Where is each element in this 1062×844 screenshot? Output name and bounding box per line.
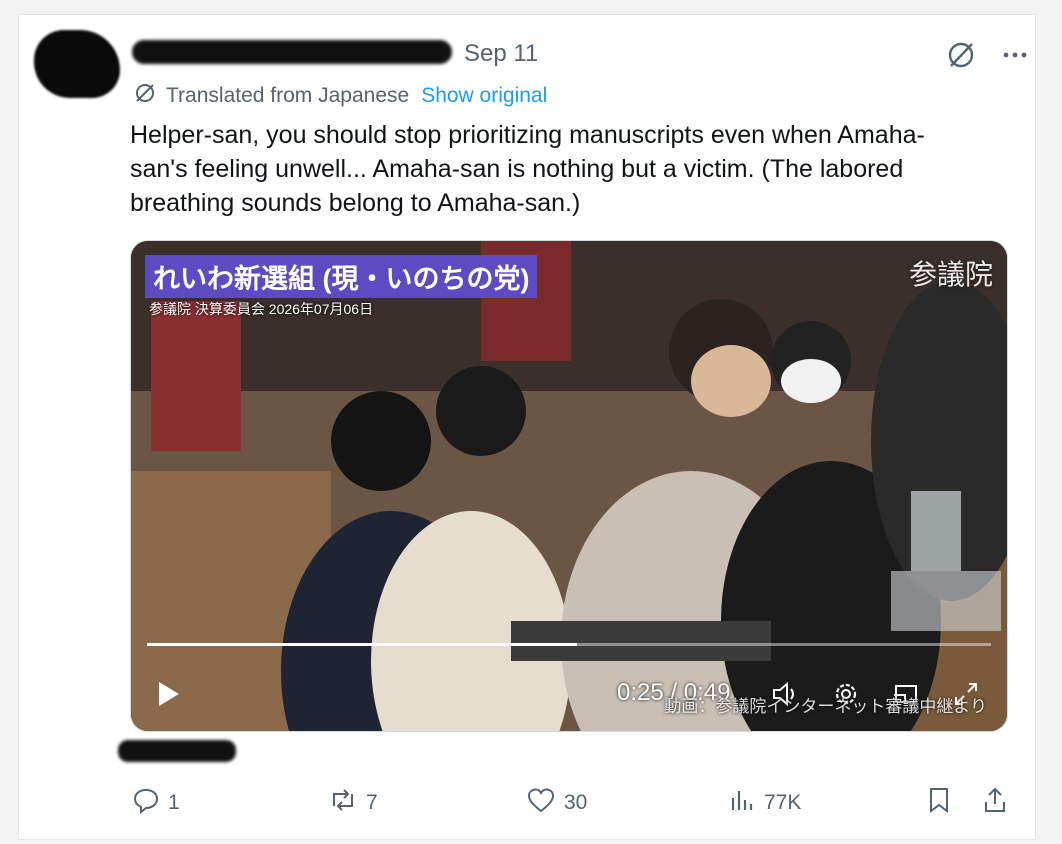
share-icon: [982, 786, 1008, 820]
reply-count: 1: [168, 791, 180, 814]
repost-count: 7: [366, 791, 378, 814]
redacted-label: [118, 740, 236, 762]
translation-notice: Translated from Japanese Show original: [134, 82, 547, 110]
author-name-redacted[interactable]: [132, 40, 452, 64]
share-button[interactable]: [982, 786, 1008, 820]
repost-icon: [328, 786, 358, 820]
grok-icon[interactable]: [946, 40, 976, 75]
heart-icon: [526, 786, 556, 820]
video-credit: 動画：参議院インターネット審議中継より: [664, 697, 987, 716]
reply-icon: [132, 786, 160, 820]
avatar[interactable]: [34, 30, 120, 98]
tweet-date[interactable]: Sep 11: [464, 40, 538, 68]
tweet-actions: 1 7 30 77K: [130, 786, 1010, 822]
tweet-header-actions: [946, 40, 1028, 75]
bookmark-icon: [926, 786, 952, 820]
play-icon[interactable]: [155, 679, 183, 714]
tweet-text: Helper-san, you should stop prioritizing…: [130, 121, 925, 217]
repost-button[interactable]: 7: [328, 786, 378, 820]
reply-button[interactable]: 1: [132, 786, 180, 820]
views-button[interactable]: 77K: [728, 786, 801, 820]
video-watermark: 参議院: [908, 259, 993, 290]
views-count: 77K: [764, 791, 802, 814]
like-count: 30: [564, 791, 588, 814]
video-player[interactable]: れいわ新選組 (現・いのちの党) 参議院 決算委員会 2026年07月06日 参…: [130, 240, 1008, 732]
video-banner-subtitle: 参議院 決算委員会 2026年07月06日: [149, 301, 374, 317]
show-original-link[interactable]: Show original: [421, 84, 547, 108]
like-button[interactable]: 30: [526, 786, 587, 820]
video-progress-bar[interactable]: [147, 643, 991, 646]
translated-label: Translated from Japanese: [166, 84, 410, 107]
bookmark-button[interactable]: [926, 786, 952, 820]
video-banner: れいわ新選組 (現・いのちの党): [145, 255, 538, 298]
views-icon: [728, 786, 756, 820]
video-progress-fill: [147, 643, 578, 646]
more-icon[interactable]: [1002, 42, 1028, 73]
translate-icon: [134, 82, 156, 110]
